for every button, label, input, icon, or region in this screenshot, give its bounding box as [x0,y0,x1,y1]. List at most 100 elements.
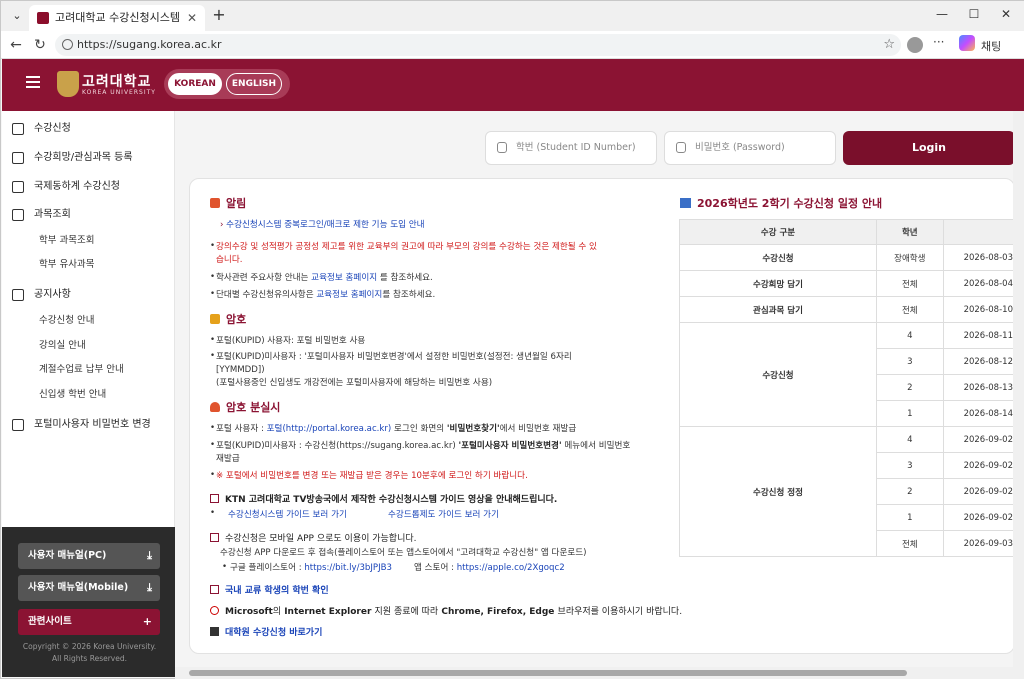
maximize-button[interactable]: ☐ [959,7,989,21]
text: Microsoft [225,607,273,617]
text: Internet Explorer [284,607,372,617]
text: 브라우저를 이용하시기 바랍니다. [557,607,683,617]
tab-close-icon[interactable]: ✕ [187,5,197,31]
link-text[interactable]: 수강신청시스템 중복로그인/매크로 제한 기능 도입 안내 [226,220,424,230]
sidebar-item-course-search[interactable]: 과목조회 [12,205,71,225]
sidebar-sub-course-search[interactable]: 학부 과목조회 [39,232,94,250]
bullet: • [210,423,216,433]
lost-line: 포털 사용자 : 포털(http://portal.korea.ac.kr) 로… [216,423,676,436]
sidebar-item-notice[interactable]: 공지사항 [12,285,71,305]
registration-guide-link[interactable]: 수강신청시스템 가이드 보러 가기 [228,508,347,520]
sidebar-sub-tuition-guide[interactable]: 계절수업료 납부 안내 [39,361,124,379]
sidebar-sub-classroom-guide[interactable]: 강의실 안내 [39,337,86,355]
alert-red-line: 강의수강 및 성적평가 공정성 제고를 위한 교육부의 권고에 따라 부모의 강… [216,242,597,252]
table-row: 수강신청 4 2026-08-11 [679,322,1014,427]
new-tab-button[interactable]: + [209,5,229,25]
sidebar-sub-similar-course[interactable]: 학부 유사과목 [39,256,94,274]
table-row: 수강희망 담기 전체 2026-08-04 [679,270,1014,297]
schedule-date-cell: 2026-08-03 [942,244,1014,271]
reload-icon[interactable]: ↻ [31,37,49,53]
schedule-group-cell: 관심과목 담기 [679,296,877,323]
text: 수강신청은 모바일 APP 으로도 이용이 가능합니다. [225,534,417,544]
sidebar-item-wishlist[interactable]: 수강희망/관심과목 등록 [12,148,133,168]
site-info-icon[interactable] [62,39,73,50]
col-header: 학년 [875,219,944,245]
sidebar-item-registration[interactable]: 수강신청 [12,119,71,139]
user-icon [497,142,507,153]
table-row: 관심과목 담기 전체 2026-08-10 [679,296,1014,323]
vertical-scrollbar[interactable] [1013,111,1024,667]
related-sites-button[interactable]: 관련사이트 + [18,609,160,635]
address-bar[interactable]: https://sugang.korea.ac.kr ☆ [55,34,901,56]
grad-heading[interactable]: 대학원 수강신청 바로가기 [210,625,322,638]
table-row: 수강신청 장애학생 2026-08-03 [679,244,1014,271]
table-header-row: 수강 구분 학년 [679,219,1014,245]
schedule-group-cell: 수강신청 [679,322,877,427]
appstore-link[interactable]: https://apple.co/2Xgoqc2 [457,563,565,573]
close-window-button[interactable]: ✕ [991,7,1021,21]
edu-homepage-link[interactable]: 교육정보 홈페이지 [316,290,382,300]
app-heading: 수강신청은 모바일 APP 으로도 이용이 가능합니다. [210,531,417,544]
exchange-link[interactable]: 국내 교류 학생의 학번 확인 [225,586,329,596]
text: '비밀번호찾기' [446,424,500,434]
edu-homepage-link[interactable]: 교육정보 홈페이지 [311,273,377,283]
sidebar-item-international[interactable]: 국제동하계 수강신청 [12,177,120,197]
address-toolbar: ← ↻ https://sugang.korea.ac.kr ☆ ··· 채팅 [1,31,1024,59]
playstore-link[interactable]: https://bit.ly/3bJPJB3 [304,563,392,573]
hamburger-menu-icon[interactable] [26,76,40,88]
schedule-grade-cell: 2 [875,478,944,505]
tab-title: 고려대학교 수강신청시스템 [55,11,180,24]
active-tab[interactable]: 고려대학교 수강신청시스템 ✕ [29,5,205,31]
drop-guide-link[interactable]: 수강드롭제도 가이드 보러 가기 [388,508,499,520]
chat-label[interactable]: 채팅 [981,38,1001,54]
university-favicon-icon [37,12,49,24]
sidebar-item-password-change[interactable]: 포털미사용자 비밀번호 변경 [12,415,151,435]
manual-pc-button[interactable]: 사용자 매뉴얼(PC) ⤓ [18,543,160,569]
copyright-line: Copyright © 2026 Korea University. [22,642,157,651]
portal-link[interactable]: 포털(http://portal.korea.ac.kr) [267,424,392,434]
lang-english-button[interactable]: ENGLISH [226,73,282,95]
site-header: 고려대학교 KOREA UNIVERSITY KOREAN ENGLISH [2,59,1024,111]
search-doc-icon [12,209,24,221]
manual-mobile-button[interactable]: 사용자 매뉴얼(Mobile) ⤓ [18,575,160,601]
button-label: 사용자 매뉴얼(PC) [28,550,107,561]
bullet: • [210,289,216,299]
horizontal-scrollbar[interactable] [175,667,1024,679]
sidebar-sub-registration-guide[interactable]: 수강신청 안내 [39,312,94,330]
alert-link[interactable]: › 수강신청시스템 중복로그인/매크로 제한 기능 도입 안내 [220,219,680,232]
sidebar-item-label: 수강희망/관심과목 등록 [34,152,133,163]
text: 지원 종료에 따라 [374,607,439,617]
text: 를 참조하세요. [382,290,436,300]
alert-line: 학사관련 주요사항 안내는 교육정보 홈페이지 를 참조하세요. [216,272,676,285]
text: Chrome, Firefox, Edge [441,607,555,617]
profile-avatar[interactable] [907,37,923,53]
more-menu-icon[interactable]: ··· [933,35,944,49]
schedule-group-cell: 수강신청 정정 [679,426,877,557]
exchange-heading[interactable]: 국내 교류 학생의 학번 확인 [210,583,329,596]
copilot-icon[interactable] [959,35,975,51]
login-button[interactable]: Login [843,131,1015,165]
text: 에서 비밀번호 재발급 [499,424,577,434]
back-arrow-icon[interactable]: ← [7,37,25,53]
col-header [942,219,1014,245]
password-input[interactable]: 비밀번호 (Password) [664,131,836,165]
tab-list-chevron-icon[interactable]: ⌄ [7,7,27,25]
bullet: • [210,470,216,480]
schedule-date-cell: 2026-09-02 [942,452,1014,479]
grad-link[interactable]: 대학원 수강신청 바로가기 [225,628,322,638]
alert-line: 단대별 수강신청유의사항은 교육정보 홈페이지를 참조하세요. [216,289,676,302]
schedule-grade-cell: 2 [875,374,944,401]
sidebar-item-label: 포털미사용자 비밀번호 변경 [34,419,151,430]
input-placeholder: 학번 (Student ID Number) [516,142,636,153]
logo-text[interactable]: 고려대학교 [82,71,151,91]
scrollbar-thumb[interactable] [189,670,907,676]
student-id-input[interactable]: 학번 (Student ID Number) [485,131,657,165]
lang-korean-button[interactable]: KOREAN [168,73,222,95]
cart-icon [12,152,24,164]
sidebar-sub-freshman-id[interactable]: 신입생 학번 안내 [39,386,106,404]
browser-window: ⌄ 고려대학교 수강신청시스템 ✕ + — ☐ ✕ ← ↻ https://su… [0,0,1024,679]
text: 의 [272,607,282,617]
schedule-grade-cell: 전체 [875,530,944,557]
favorite-star-icon[interactable]: ☆ [883,34,895,56]
minimize-button[interactable]: — [927,7,957,21]
